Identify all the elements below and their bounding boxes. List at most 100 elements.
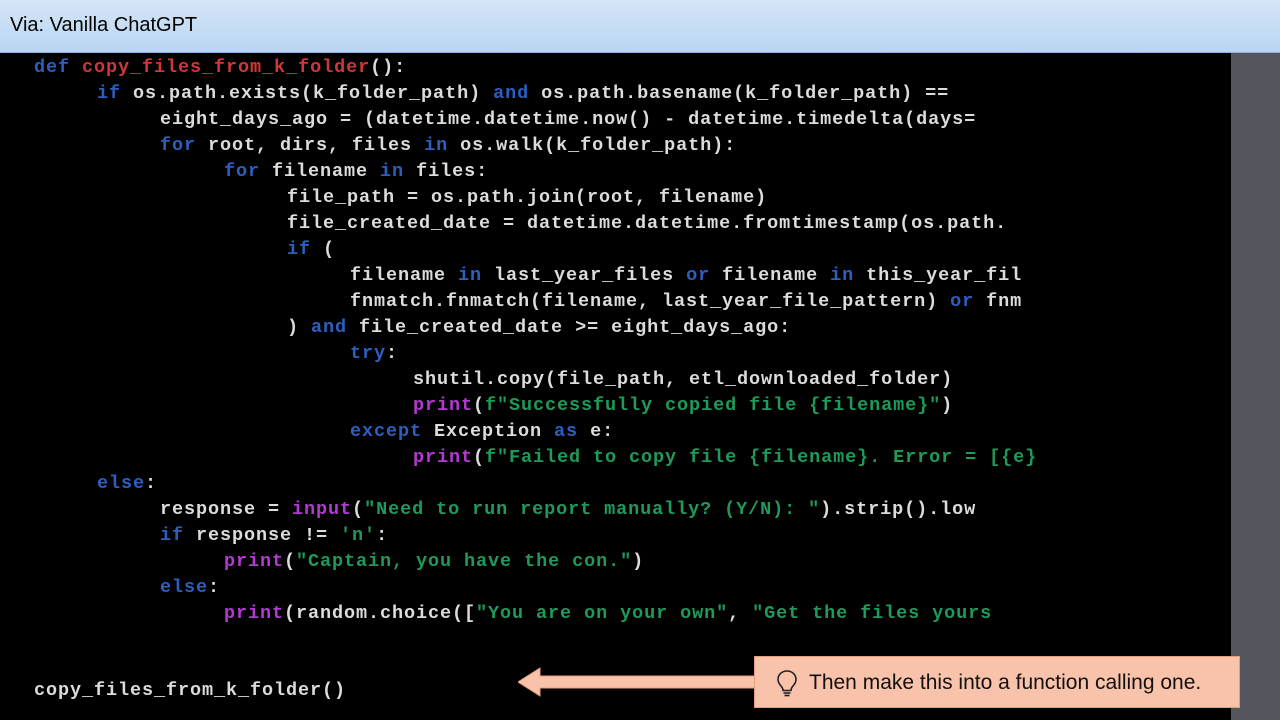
code-line: else: <box>160 575 220 601</box>
code-text: os.walk(k_folder_path): <box>448 135 737 156</box>
code-text: fnm <box>974 291 1023 312</box>
code-text: ( <box>473 395 486 416</box>
code-builtin: print <box>413 395 474 416</box>
function-name: copy_files_from_k_folder <box>82 57 371 78</box>
code-text: filename <box>350 265 459 286</box>
code-keyword: in <box>830 265 855 286</box>
code-line: try: <box>350 341 398 367</box>
code-line: except Exception as e: <box>350 419 614 445</box>
code-line: if os.path.exists(k_folder_path) and os.… <box>97 81 949 107</box>
code-keyword: if <box>160 525 185 546</box>
code-text: (): <box>370 57 407 78</box>
code-keyword: for <box>160 135 197 156</box>
window-title: Via: Vanilla ChatGPT <box>10 14 198 36</box>
code-line: def copy_files_from_k_folder(): <box>34 55 406 81</box>
code-string: "Captain, you have the con." <box>296 551 633 572</box>
code-keyword: else <box>160 577 209 598</box>
code-line: for root, dirs, files in os.walk(k_folde… <box>160 133 736 159</box>
code-text: file_created_date >= eight_days_ago: <box>347 317 792 338</box>
code-text: ).strip().low <box>820 499 977 520</box>
code-keyword: def <box>34 57 71 78</box>
code-string: "Need to run report manually? (Y/N): " <box>364 499 821 520</box>
code-text: (random.choice([ <box>284 603 477 624</box>
code-string: f"Failed to copy file {filename}. Error … <box>485 447 1038 468</box>
callout-text: Then make this into a function calling o… <box>809 671 1202 694</box>
code-text: shutil.copy(file_path, etl_downloaded_fo… <box>413 369 954 390</box>
code-keyword: and <box>311 317 348 338</box>
code-text: ) <box>941 395 954 416</box>
arrow-left-icon <box>518 667 758 697</box>
code-line: print(f"Successfully copied file {filena… <box>413 393 953 419</box>
code-text: this_year_fil <box>854 265 1023 286</box>
code-text: ( <box>311 239 336 260</box>
code-line: if ( <box>287 237 335 263</box>
code-string: 'n' <box>340 525 377 546</box>
code-text: response = <box>160 499 293 520</box>
code-text: : <box>376 525 389 546</box>
code-text: : <box>386 343 399 364</box>
code-string: "Get the files yours <box>752 603 993 624</box>
title-bar: Via: Vanilla ChatGPT <box>0 0 1280 53</box>
code-keyword: and <box>493 83 530 104</box>
code-text: ( <box>284 551 297 572</box>
code-line: response = input("Need to run report man… <box>160 497 976 523</box>
code-text: root, dirs, files <box>196 135 425 156</box>
code-text: ) <box>287 317 312 338</box>
code-keyword: in <box>458 265 483 286</box>
code-line: file_path = os.path.join(root, filename) <box>287 185 767 211</box>
code-editor: def copy_files_from_k_folder(): if os.pa… <box>0 53 1231 720</box>
code-text: os.path.basename(k_folder_path) == <box>529 83 950 104</box>
code-text: ( <box>352 499 365 520</box>
editor-side-panel <box>1231 53 1280 720</box>
code-keyword: if <box>287 239 312 260</box>
code-text: copy_files_from_k_folder() <box>34 680 347 701</box>
code-line: copy_files_from_k_folder() <box>34 678 346 704</box>
code-string: "You are on your own" <box>476 603 729 624</box>
code-text: : <box>145 473 158 494</box>
code-keyword: in <box>424 135 449 156</box>
code-line: for filename in files: <box>224 159 488 185</box>
code-line: file_created_date = datetime.datetime.fr… <box>287 211 1007 237</box>
code-line: if response != 'n': <box>160 523 388 549</box>
code-line: print(f"Failed to copy file {filename}. … <box>413 445 1037 471</box>
code-keyword: in <box>380 161 405 182</box>
code-text: os.path.exists(k_folder_path) <box>121 83 494 104</box>
code-line: ) and file_created_date >= eight_days_ag… <box>287 315 791 341</box>
code-line: print(random.choice(["You are on your ow… <box>224 601 992 627</box>
code-text: eight_days_ago = (datetime.datetime.now(… <box>160 109 977 130</box>
code-builtin: input <box>292 499 353 520</box>
code-text: file_created_date = datetime.datetime.fr… <box>287 213 1008 234</box>
lightbulb-icon <box>777 670 797 697</box>
code-text: : <box>208 577 221 598</box>
code-text: response != <box>184 525 341 546</box>
code-line: else: <box>97 471 157 497</box>
code-line: filename in last_year_files or filename … <box>350 263 1022 289</box>
code-line: shutil.copy(file_path, etl_downloaded_fo… <box>413 367 953 393</box>
code-text: files: <box>404 161 489 182</box>
code-builtin: print <box>413 447 474 468</box>
code-text: Exception <box>422 421 555 442</box>
code-text: e: <box>578 421 615 442</box>
code-keyword: if <box>97 83 122 104</box>
code-keyword: try <box>350 343 387 364</box>
code-builtin: print <box>224 603 285 624</box>
code-line: print("Captain, you have the con.") <box>224 549 644 575</box>
code-text: , <box>728 603 753 624</box>
code-keyword: else <box>97 473 146 494</box>
code-text: ( <box>473 447 486 468</box>
code-text: fnmatch.fnmatch(filename, last_year_file… <box>350 291 951 312</box>
code-line: fnmatch.fnmatch(filename, last_year_file… <box>350 289 1022 315</box>
code-keyword: or <box>950 291 975 312</box>
code-text: last_year_files <box>482 265 687 286</box>
code-keyword: for <box>224 161 261 182</box>
code-string: f"Successfully copied file {filename}" <box>485 395 942 416</box>
code-builtin: print <box>224 551 285 572</box>
code-text: filename <box>260 161 381 182</box>
code-text: file_path = os.path.join(root, filename) <box>287 187 768 208</box>
code-keyword: as <box>554 421 579 442</box>
code-line: eight_days_ago = (datetime.datetime.now(… <box>160 107 976 133</box>
code-text: ) <box>632 551 645 572</box>
code-text: filename <box>710 265 831 286</box>
callout-box: Then make this into a function calling o… <box>754 656 1240 708</box>
code-keyword: except <box>350 421 423 442</box>
